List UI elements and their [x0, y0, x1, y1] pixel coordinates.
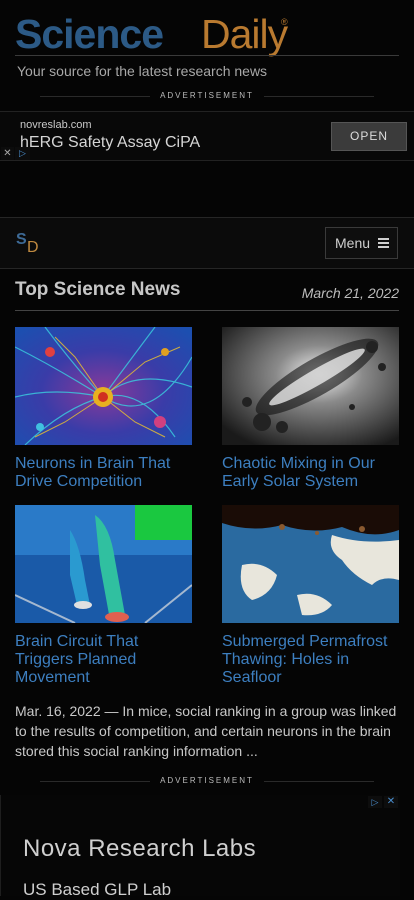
ad-close-icon[interactable]: ✕: [1, 147, 14, 160]
section-title: Top Science News: [15, 279, 181, 300]
sd-logo[interactable]: S D: [16, 231, 46, 259]
ad-company-subtitle: US Based GLP Lab: [23, 880, 172, 899]
ad-close-icon-bottom[interactable]: ✕: [384, 796, 398, 808]
ad-choices-icon[interactable]: ▷: [15, 147, 30, 160]
logo-science: Science: [15, 11, 164, 57]
sd-logo-d: D: [27, 239, 39, 256]
site-logo[interactable]: Science Daily ®: [15, 12, 399, 57]
article-title-4[interactable]: Submerged Permafrost Thawing: Holes in S…: [222, 633, 399, 687]
ad-company-name[interactable]: Nova Research Labs: [23, 835, 256, 863]
navigation-bar: S D Menu: [0, 217, 414, 269]
ad-open-button[interactable]: OPEN: [331, 122, 407, 151]
ad-domain: novreslab.com: [20, 119, 92, 131]
sd-logo-s: S: [16, 231, 27, 248]
ad-choices-icon-bottom[interactable]: ▷: [368, 796, 382, 808]
advertisement-label-bottom: ADVERTISEMENT: [15, 775, 399, 787]
menu-button[interactable]: Menu: [325, 227, 398, 259]
article-title-1[interactable]: Neurons in Brain That Drive Competition: [15, 455, 192, 491]
advertisement-label: ADVERTISEMENT: [15, 90, 399, 102]
article-image-movement[interactable]: [15, 505, 192, 623]
article-image-neurons[interactable]: [15, 327, 192, 445]
article-image-permafrost[interactable]: [222, 505, 399, 623]
site-tagline: Your source for the latest research news: [17, 63, 268, 79]
ad-title[interactable]: hERG Safety Assay CiPA: [20, 134, 200, 152]
registered-mark: ®: [281, 17, 288, 27]
article-image-solar-system[interactable]: [222, 327, 399, 445]
logo-daily: Daily: [201, 11, 288, 57]
article-summary[interactable]: Mar. 16, 2022 — In mice, social ranking …: [15, 701, 399, 761]
article-title-3[interactable]: Brain Circuit That Triggers Planned Move…: [15, 633, 192, 687]
section-date: March 21, 2022: [301, 285, 399, 301]
section-divider: [15, 310, 399, 311]
top-ad-banner[interactable]: novreslab.com hERG Safety Assay CiPA OPE…: [0, 111, 414, 161]
logo-divider: [15, 55, 399, 56]
menu-label: Menu: [335, 235, 371, 251]
article-title-2[interactable]: Chaotic Mixing in Our Early Solar System: [222, 455, 399, 491]
hamburger-icon: [378, 238, 389, 250]
